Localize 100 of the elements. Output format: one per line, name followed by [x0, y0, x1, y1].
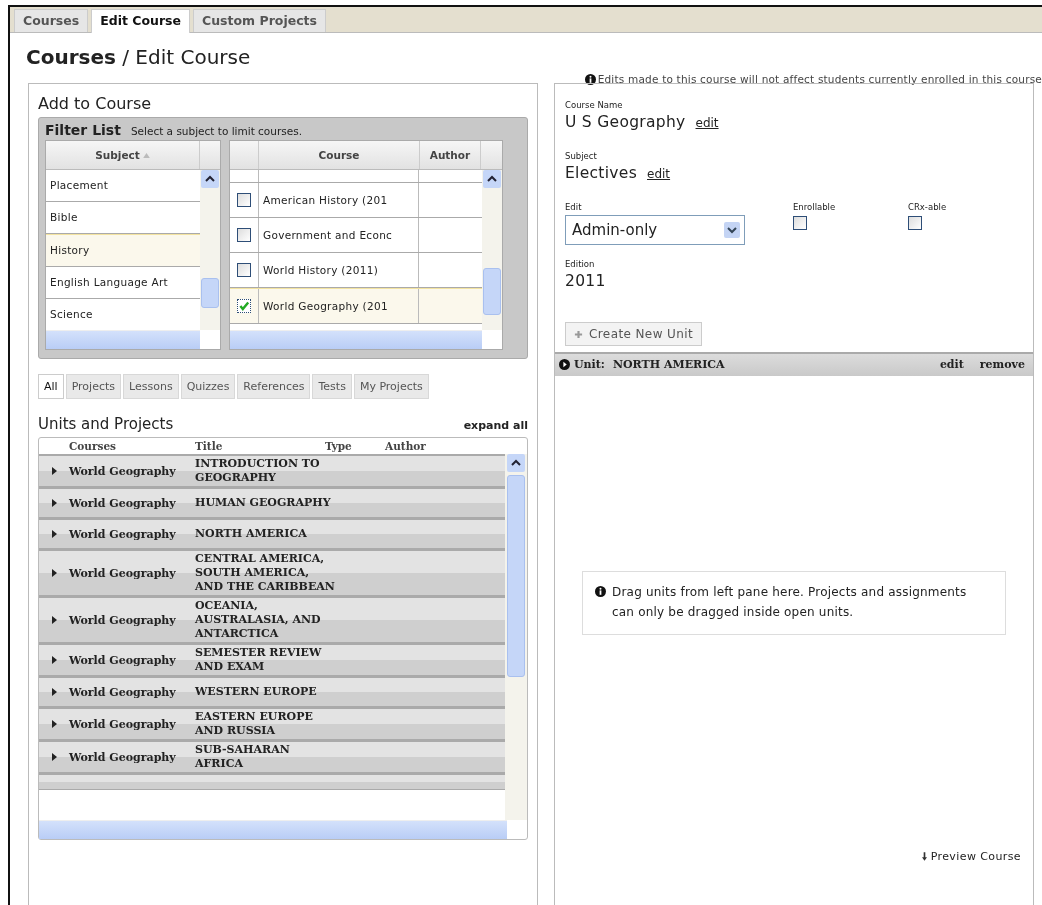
unit-row[interactable]: World Geography SEMESTER REVIEW AND EXAM — [39, 643, 505, 676]
field-label: Edit — [565, 202, 583, 212]
title-cell-text: OCEANIA, AUSTRALASIA, AND ANTARCTICA — [195, 599, 322, 641]
scroll-up-icon[interactable] — [507, 454, 525, 472]
preview-course-link[interactable]: Preview Course — [921, 850, 1021, 863]
checkbox[interactable] — [237, 263, 251, 277]
page-tab[interactable]: Courses — [14, 9, 89, 32]
course-cell-text: World Geography — [69, 496, 177, 510]
expand-arrow-icon[interactable] — [51, 753, 57, 761]
filter-tab[interactable]: Tests — [312, 374, 352, 399]
expand-arrow-icon[interactable] — [51, 688, 57, 696]
collapse-icon[interactable] — [559, 359, 570, 370]
edit-dropdown[interactable]: Admin-only — [565, 215, 745, 245]
filter-tab[interactable]: References — [237, 374, 311, 399]
scrollbar[interactable] — [482, 170, 502, 330]
unit-name: NORTH AMERICA — [612, 358, 725, 371]
drop-hint-text: Drag units from left pane here. Projects and assignments can only be dragged inside open units. — [612, 584, 968, 621]
scrollbar[interactable] — [505, 454, 527, 820]
notice-text: Edits made to this course will not affect students currently enrolled in this course — [597, 73, 1042, 85]
scroll-up-icon[interactable] — [201, 170, 219, 188]
scroll-up-icon[interactable] — [483, 170, 501, 188]
subject-row[interactable]: History — [46, 234, 200, 267]
title-cell-text: INTRODUCTION TO GEOGRAPHY — [195, 457, 321, 485]
filter-tab[interactable]: My Projects — [353, 374, 429, 399]
expand-arrow-icon[interactable] — [51, 656, 57, 664]
scroll-thumb[interactable] — [483, 268, 501, 315]
course-cell-text: World Geography — [69, 653, 177, 667]
unit-row[interactable]: World Geography SUB-SAHARAN AFRICA — [39, 740, 505, 773]
checkbox[interactable] — [237, 193, 251, 207]
filter-hint: Select a subject to limit courses. — [130, 125, 302, 137]
title-cell-text: CENTRAL AMERICA, SOUTH AMERICA, AND THE CARIBBEAN — [195, 552, 336, 594]
filter-tab[interactable]: All — [38, 374, 64, 399]
expand-arrow-icon[interactable] — [51, 720, 57, 728]
course-cell-text: World Geography — [69, 613, 177, 627]
scrollbar[interactable] — [46, 330, 200, 349]
edit-link[interactable]: edit — [695, 116, 719, 130]
page-tab[interactable]: Edit Course — [91, 9, 191, 33]
column-header[interactable]: Title — [195, 439, 325, 453]
unit-row[interactable]: World Geography CENTRAL AMERICA, SOUTH AMERICA, AND THE CARIBBEAN — [39, 549, 505, 596]
scrollbar[interactable] — [230, 330, 482, 349]
course-cell-text: World Geography — [69, 566, 177, 580]
unit-action-link[interactable]: edit — [939, 358, 964, 371]
unit-label: Unit: — [574, 358, 605, 371]
unit-row[interactable]: World Geography OCEANIA, AUSTRALASIA, AND ANTARCTICA — [39, 596, 505, 643]
course-row[interactable]: Government and Econc — [230, 218, 482, 253]
filter-tab[interactable]: Quizzes — [180, 374, 236, 399]
column-header[interactable]: Course — [259, 141, 420, 169]
course-cell-text: World Geography — [69, 685, 177, 699]
expand-arrow-icon[interactable] — [51, 467, 57, 475]
expand-arrow-icon[interactable] — [51, 499, 57, 507]
scroll-thumb[interactable] — [507, 475, 525, 677]
edition-value: 2011 — [565, 272, 606, 290]
checkbox[interactable] — [237, 228, 251, 242]
subject-value: Electives — [565, 164, 638, 182]
column-header[interactable]: Courses — [69, 440, 195, 452]
filter-tab[interactable]: Lessons — [123, 374, 179, 399]
title-cell-text: WESTERN EUROPE — [195, 685, 318, 699]
unit-header[interactable]: Unit: NORTH AMERICA edit remove — [555, 352, 1033, 376]
expand-arrow-icon[interactable] — [51, 569, 57, 577]
course-name: U S Geography — [565, 113, 686, 131]
filter-tab[interactable]: Projects — [65, 374, 121, 399]
title-cell-text: EASTERN EUROPE AND RUSSIA — [195, 710, 314, 738]
course-row[interactable]: American History (201 — [230, 183, 482, 218]
checkbox[interactable] — [793, 216, 807, 230]
unit-action-link[interactable]: remove — [979, 358, 1025, 371]
field-label: Enrollable — [793, 202, 837, 212]
field-label: Edition — [565, 259, 595, 269]
info-icon — [584, 73, 596, 85]
scrollbar[interactable] — [39, 820, 507, 839]
column-header[interactable]: Author — [420, 141, 481, 169]
unit-row[interactable]: World Geography INTRODUCTION TO GEOGRAPHY — [39, 454, 505, 487]
plus-icon — [574, 329, 583, 339]
field-label: Subject — [565, 151, 597, 161]
create-unit-button[interactable]: Create New Unit — [565, 322, 703, 346]
unit-row[interactable]: World Geography WESTERN EUROPE — [39, 676, 505, 707]
down-arrow-icon — [921, 852, 927, 861]
course-cell-text: World Geography — [69, 527, 177, 541]
unit-row[interactable]: World Geography HUMAN GEOGRAPHY — [39, 487, 505, 518]
unit-row[interactable]: World Geography EASTERN EUROPE AND RUSSIA — [39, 707, 505, 740]
course-cell-text: World Geography — [69, 717, 177, 731]
edit-link[interactable]: edit — [647, 167, 671, 181]
column-header[interactable]: Type — [325, 440, 385, 452]
checkbox[interactable] — [908, 216, 922, 230]
course-row[interactable]: World Geography (201 — [230, 288, 482, 324]
page-tab[interactable]: Custom Projects — [193, 9, 326, 32]
scrollbar[interactable] — [200, 170, 220, 330]
info-icon — [595, 586, 606, 597]
checkbox[interactable] — [237, 299, 251, 313]
field-label: Course Name — [565, 100, 623, 110]
expand-arrow-icon[interactable] — [51, 530, 57, 538]
column-header[interactable]: Author — [385, 440, 445, 452]
panel-heading: Add to Course — [38, 94, 153, 113]
scroll-thumb[interactable] — [201, 278, 219, 308]
expand-all-link[interactable]: expand all — [463, 419, 528, 432]
section-heading: Units and Projects — [38, 415, 174, 433]
course-cell-text: World Geography — [69, 464, 177, 478]
unit-row[interactable]: World Geography NORTH AMERICA — [39, 518, 505, 549]
expand-arrow-icon[interactable] — [51, 616, 57, 624]
course-cell-text: World Geography — [69, 750, 177, 764]
title-cell-text: SEMESTER REVIEW AND EXAM — [195, 646, 323, 674]
